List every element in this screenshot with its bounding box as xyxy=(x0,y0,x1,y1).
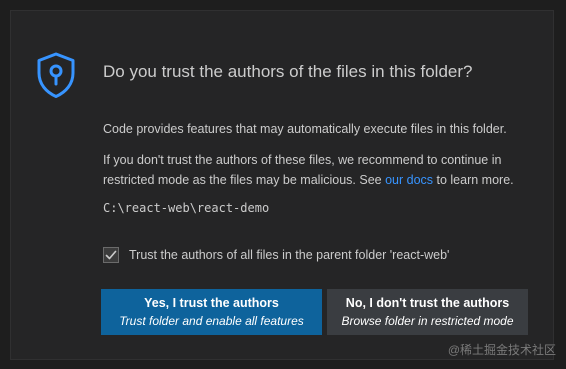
dont-trust-authors-button-sublabel: Browse folder in restricted mode xyxy=(341,314,514,328)
workspace-trust-dialog: Do you trust the authors of the files in… xyxy=(10,10,554,360)
trust-parent-label: Trust the authors of all files in the pa… xyxy=(129,248,450,262)
trust-authors-button-sublabel: Trust folder and enable all features xyxy=(119,314,304,328)
dont-trust-authors-button[interactable]: No, I don't trust the authors Browse fol… xyxy=(327,289,528,335)
trust-authors-button-label: Yes, I trust the authors xyxy=(144,296,279,310)
restricted-mode-text: If you don't trust the authors of these … xyxy=(103,150,533,190)
dont-trust-authors-button-label: No, I don't trust the authors xyxy=(345,296,510,310)
check-icon xyxy=(105,250,117,260)
our-docs-link[interactable]: our docs xyxy=(385,173,433,187)
restricted-mode-text-suffix: to learn more. xyxy=(433,173,514,187)
description-text: Code provides features that may automati… xyxy=(103,122,507,136)
dialog-title: Do you trust the authors of the files in… xyxy=(103,62,473,81)
trust-authors-button[interactable]: Yes, I trust the authors Trust folder an… xyxy=(101,289,322,335)
shield-lock-icon xyxy=(37,52,75,98)
trust-parent-folder-option[interactable]: Trust the authors of all files in the pa… xyxy=(103,247,449,263)
folder-path: C:\react-web\react-demo xyxy=(103,201,270,215)
watermark: @稀土掘金技术社区 xyxy=(447,343,556,357)
trust-parent-checkbox[interactable] xyxy=(103,247,119,263)
